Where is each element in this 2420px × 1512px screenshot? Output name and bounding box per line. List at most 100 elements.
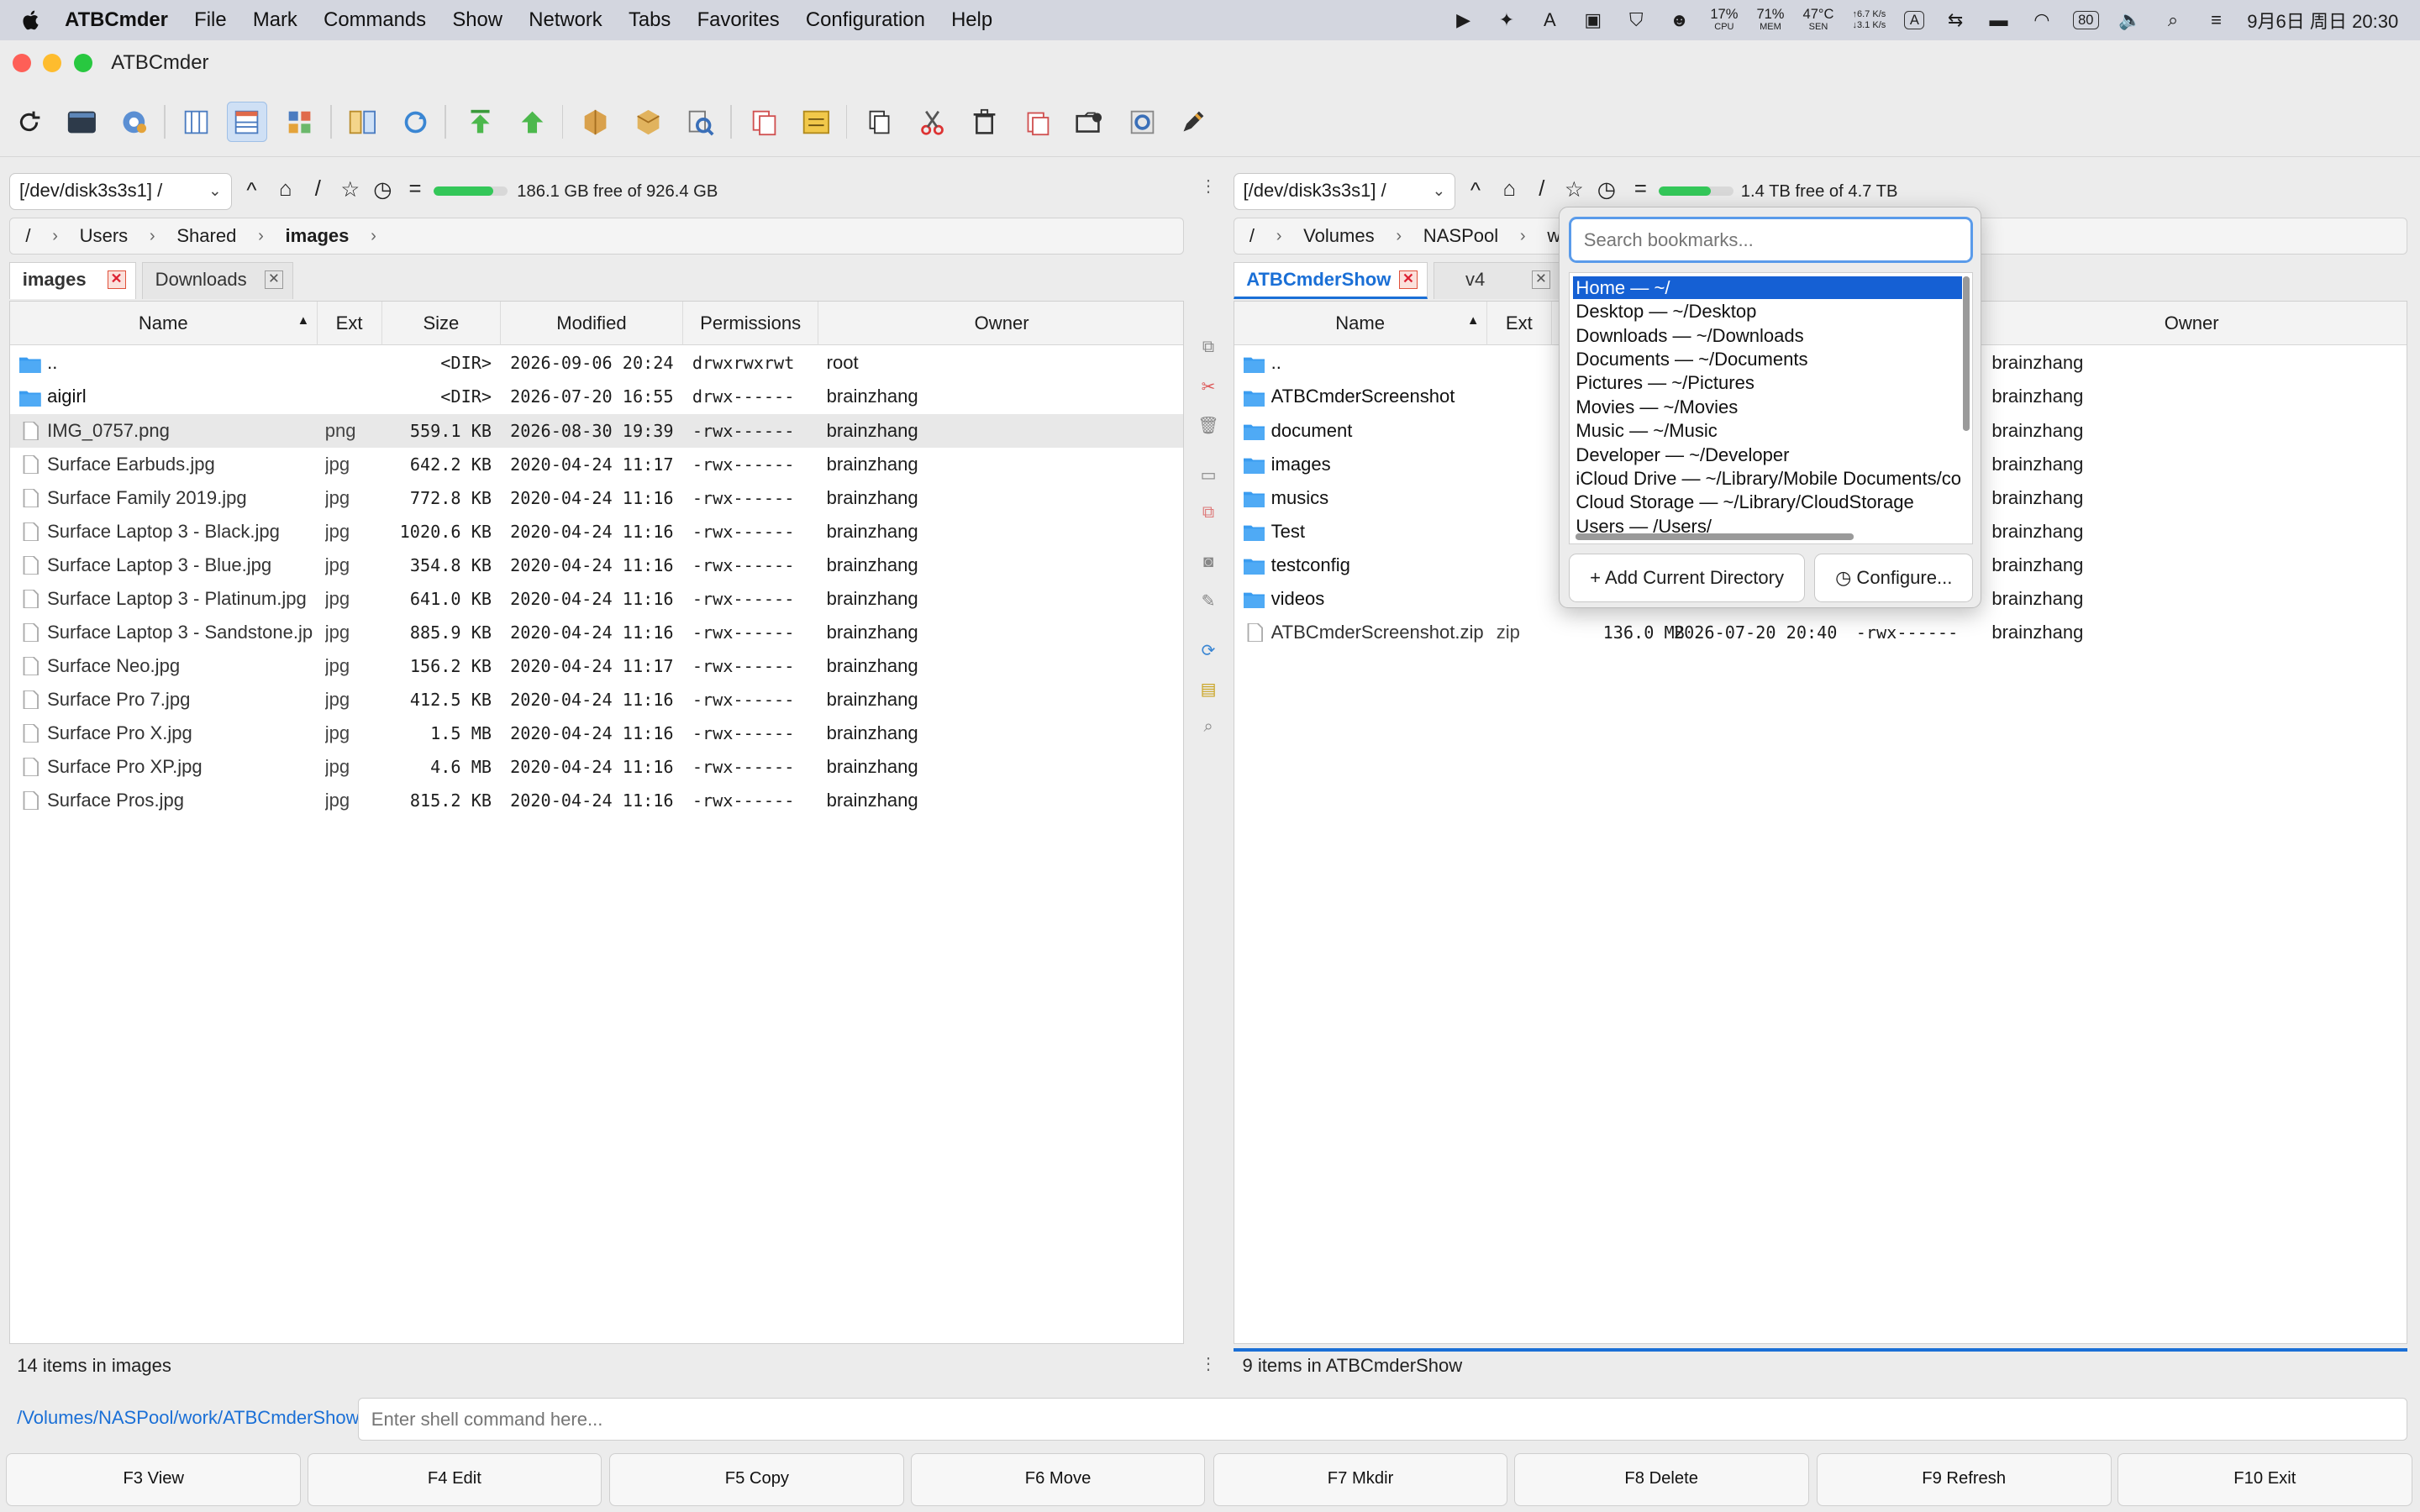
right-file-row[interactable]: ATBCmderScreenshot.zip zip 136.0 MB 2026-07…	[1234, 616, 2407, 649]
right-col-owner[interactable]: Owner	[1975, 302, 2407, 344]
bookmark-item[interactable]: Developer — ~/Developer	[1573, 444, 1962, 467]
compare-icon[interactable]	[343, 102, 383, 142]
battery-icon[interactable]: 80	[2072, 10, 2099, 29]
close-tab-icon[interactable]: ✕	[107, 270, 126, 290]
cut-icon[interactable]	[912, 102, 952, 142]
menu-network[interactable]: Network	[529, 8, 602, 32]
go-up-icon[interactable]	[513, 102, 553, 142]
right-home-icon[interactable]: ⌂	[1497, 177, 1522, 202]
left-file-row[interactable]: Surface Pro 7.jpg jpg 412.5 KB 2020-04-24 1…	[10, 683, 1183, 717]
pack-icon[interactable]	[576, 102, 616, 142]
left-col-owner[interactable]: Owner	[818, 302, 1182, 344]
left-file-row[interactable]: Surface Laptop 3 - Sandstone.jpg jpg 885.9…	[10, 616, 1183, 649]
full-view-icon[interactable]	[226, 102, 267, 142]
right-root-icon[interactable]: /	[1529, 177, 1554, 202]
left-file-row[interactable]: Surface Earbuds.jpg jpg 642.2 KB 2020-04-24…	[10, 448, 1183, 481]
refresh-icon[interactable]	[9, 102, 50, 142]
menu-show[interactable]: Show	[452, 8, 502, 32]
menu-file[interactable]: File	[194, 8, 226, 32]
right-bookmark-star-icon[interactable]: ☆	[1562, 177, 1586, 202]
bookmark-search-input[interactable]	[1569, 217, 1974, 264]
left-hotlist-icon[interactable]: =	[402, 177, 427, 202]
left-file-row[interactable]: IMG_0757.png png 559.1 KB 2026-08-30 19:39-…	[10, 413, 1183, 448]
left-root-icon[interactable]: /	[306, 177, 330, 202]
right-crumb-naspool[interactable]: NASPool	[1423, 225, 1498, 247]
menu-favorites[interactable]: Favorites	[697, 8, 780, 32]
left-col-name[interactable]: Name	[10, 302, 318, 345]
font-icon[interactable]: A	[1538, 9, 1562, 31]
left-drive-selector[interactable]: [/dev/disk3s3s1] / ⌄	[9, 172, 232, 210]
new-folder-icon[interactable]	[1070, 102, 1110, 142]
vpn-icon[interactable]: ⛉	[1624, 9, 1649, 31]
left-crumb-shared[interactable]: Shared	[176, 225, 236, 247]
input-method-badge[interactable]: A	[1904, 10, 1925, 29]
bookmark-item[interactable]: Desktop — ~/Desktop	[1573, 300, 1962, 323]
sparkle-icon[interactable]: ✦	[1494, 9, 1518, 31]
right-crumb-volumes[interactable]: Volumes	[1303, 225, 1375, 247]
mid-new-folder-icon[interactable]: ▭	[1197, 465, 1219, 486]
close-window-button[interactable]	[12, 54, 31, 73]
left-bookmark-star-icon[interactable]: ☆	[338, 177, 362, 202]
settings-icon[interactable]	[114, 102, 155, 142]
left-file-row[interactable]: Surface Pro XP.jpg jpg 4.6 MB 2020-04-24 11…	[10, 750, 1183, 784]
mid-rename-icon[interactable]: ▤	[1197, 679, 1219, 701]
brief-view-icon[interactable]	[176, 102, 216, 142]
bookmark-horizontal-scrollbar[interactable]	[1576, 533, 1854, 540]
left-tab-images[interactable]: images ✕	[9, 262, 136, 300]
bookmark-list[interactable]: Home — ~/Desktop — ~/Desktop Downloads — …	[1569, 272, 1974, 544]
mid-edit-icon[interactable]: ✎	[1197, 591, 1219, 612]
left-file-row[interactable]: Surface Laptop 3 - Platinum.jpg jpg 641.0 …	[10, 582, 1183, 616]
volume-icon[interactable]: 🔈	[2118, 9, 2142, 31]
left-crumb-images[interactable]: images	[286, 225, 350, 247]
unpack-icon[interactable]	[629, 102, 669, 142]
multi-rename-icon[interactable]	[797, 102, 837, 142]
mid-delete-icon[interactable]: 🗑	[1197, 415, 1219, 437]
panel-splitter-icon[interactable]: ⋮	[1197, 176, 1219, 197]
mid-disk-icon[interactable]: ◙	[1197, 553, 1219, 575]
spotlight-icon[interactable]: ⌕	[2160, 9, 2185, 31]
status-splitter-icon[interactable]: ⋮	[1197, 1353, 1219, 1375]
left-col-ext[interactable]: Ext	[318, 302, 382, 345]
right-col-ext[interactable]: Ext	[1487, 302, 1552, 345]
add-current-directory-button[interactable]: + Add Current Directory	[1569, 553, 1806, 603]
f8-delete-button[interactable]: F8 Delete	[1513, 1453, 1809, 1506]
f9-refresh-button[interactable]: F9 Refresh	[1816, 1453, 2112, 1506]
left-file-row[interactable]: Surface Laptop 3 - Blue.jpg jpg 354.8 KB 20…	[10, 549, 1183, 582]
menu-configuration[interactable]: Configuration	[806, 8, 925, 32]
right-parent-icon[interactable]: ^	[1463, 179, 1487, 203]
left-home-icon[interactable]: ⌂	[273, 177, 297, 202]
sen-stat[interactable]: 47°C SEN	[1803, 7, 1834, 32]
left-file-row[interactable]: .. <DIR> 2026-09-06 20:24 drwxrwxrwt root	[10, 346, 1183, 380]
right-history-icon[interactable]: ◷	[1594, 177, 1618, 202]
left-file-row[interactable]: Surface Neo.jpg jpg 156.2 KB 2020-04-24 11:…	[10, 649, 1183, 683]
left-tab-downloads[interactable]: Downloads ✕	[141, 262, 293, 300]
left-file-row[interactable]: Surface Pros.jpg jpg 815.2 KB 2020-04-24 11…	[10, 784, 1183, 817]
f4-edit-button[interactable]: F4 Edit	[307, 1453, 602, 1506]
minimize-window-button[interactable]	[43, 54, 62, 73]
apple-icon[interactable]	[18, 8, 43, 32]
terminal-icon[interactable]	[61, 102, 102, 142]
right-drive-selector[interactable]: [/dev/disk3s3s1] / ⌄	[1233, 172, 1455, 210]
sync-icon[interactable]	[395, 102, 435, 142]
close-tab-icon[interactable]: ✕	[264, 270, 283, 290]
menu-app-name[interactable]: ATBCmder	[65, 8, 168, 32]
control-center-icon[interactable]: ≡	[2204, 9, 2228, 31]
close-tab-icon[interactable]: ✕	[1531, 270, 1550, 290]
cat-icon[interactable]: ☻	[1667, 9, 1691, 31]
mid-sync-icon[interactable]: ⟳	[1197, 640, 1219, 662]
bookmark-item[interactable]: Home — ~/	[1572, 276, 1962, 300]
left-col-modified[interactable]: Modified	[501, 302, 683, 345]
mid-cut-icon[interactable]: ✂	[1197, 376, 1219, 398]
shell-command-input[interactable]	[358, 1398, 2408, 1441]
clock[interactable]: 9月6日 周日 20:30	[2247, 7, 2398, 34]
right-tab-atbcmdershow[interactable]: ATBCmderShow ✕	[1233, 262, 1428, 300]
left-parent-icon[interactable]: ^	[239, 179, 264, 203]
paste-icon[interactable]	[1017, 102, 1057, 142]
f3-view-button[interactable]: F3 View	[6, 1453, 302, 1506]
left-file-row[interactable]: Surface Family 2019.jpg jpg 772.8 KB 2020-0…	[10, 481, 1183, 515]
right-crumb-root[interactable]: /	[1249, 225, 1255, 247]
bookmark-item[interactable]: Music — ~/Music	[1573, 419, 1962, 443]
mid-copy-icon[interactable]: ⧉	[1197, 338, 1219, 360]
menu-commands[interactable]: Commands	[324, 8, 426, 32]
play-icon[interactable]: ▶	[1451, 9, 1476, 31]
